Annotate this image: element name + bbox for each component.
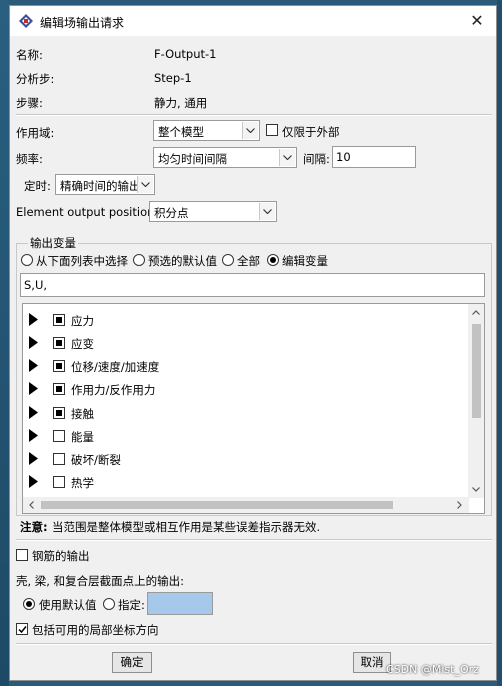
output-variables-title: 输出变量 bbox=[28, 235, 78, 251]
tree-vertical-scrollbar[interactable] bbox=[468, 304, 484, 498]
interval-input[interactable]: 10 bbox=[332, 146, 416, 168]
expand-triangle-icon[interactable] bbox=[29, 359, 38, 372]
element-output-value: 积分点 bbox=[154, 206, 189, 220]
procedure-value: 静力, 通用 bbox=[154, 96, 208, 110]
local-coords-checkbox[interactable] bbox=[16, 623, 28, 635]
tree-checkbox[interactable] bbox=[53, 453, 65, 465]
timing-select[interactable]: 精确时间的输出 bbox=[55, 174, 155, 195]
radio-specify-label: 指定: bbox=[118, 598, 145, 612]
expand-triangle-icon[interactable] bbox=[29, 452, 38, 465]
radio-edit-variables[interactable] bbox=[267, 254, 279, 266]
rebar-output-checkbox[interactable] bbox=[16, 549, 28, 561]
radio-select-from-list[interactable] bbox=[21, 254, 33, 266]
tree-horizontal-scrollbar[interactable] bbox=[23, 497, 469, 513]
tree-item-label: 接触 bbox=[71, 407, 94, 421]
frequency-select[interactable]: 均匀时间间隔 bbox=[153, 147, 297, 168]
local-coords-label: 包括可用的局部坐标方向 bbox=[32, 623, 159, 637]
step-value: Step-1 bbox=[154, 71, 192, 85]
tree-item-label: 位移/速度/加速度 bbox=[71, 360, 160, 374]
radio-all-label: 全部 bbox=[237, 254, 260, 268]
tree-item-label: 作用力/反作用力 bbox=[71, 383, 156, 397]
output-variables-text-input[interactable]: S,U, bbox=[20, 273, 485, 297]
element-output-select[interactable]: 积分点 bbox=[149, 201, 277, 222]
expand-triangle-icon[interactable] bbox=[29, 406, 38, 419]
domain-value: 整个模型 bbox=[158, 125, 204, 139]
procedure-label: 步骤: bbox=[16, 96, 43, 110]
tree-checkbox[interactable] bbox=[53, 407, 65, 419]
radio-all[interactable] bbox=[222, 254, 234, 266]
domain-select[interactable]: 整个模型 bbox=[153, 120, 260, 141]
edit-field-output-dialog: 编辑场输出请求 ✕ 名称: F-Output-1 分析步: Step-1 步骤:… bbox=[9, 5, 497, 681]
frequency-label: 频率: bbox=[16, 152, 43, 166]
radio-specify[interactable] bbox=[103, 598, 115, 610]
radio-use-defaults[interactable] bbox=[23, 598, 35, 610]
output-variables-tree: 应力 应变 位移/速度/加速度 作用力/反作用力 接触 能量 破坏/断裂 热学 bbox=[22, 303, 485, 514]
note-text: 当范围是整体模型或相互作用是某些误差指示器无效. bbox=[52, 520, 321, 534]
divider bbox=[16, 539, 492, 541]
radio-use-defaults-label: 使用默认值 bbox=[39, 598, 97, 612]
chevron-down-icon bbox=[137, 176, 153, 193]
scroll-thumb[interactable] bbox=[472, 324, 481, 418]
output-variables-text: S,U, bbox=[24, 278, 48, 292]
scroll-thumb[interactable] bbox=[41, 501, 393, 509]
title-bar: 编辑场输出请求 ✕ bbox=[10, 6, 496, 36]
radio-select-from-list-label: 从下面列表中选择 bbox=[36, 254, 128, 268]
radio-edit-variables-label: 编辑变量 bbox=[282, 254, 328, 268]
section-points-label: 壳, 梁, 和复合层截面点上的输出: bbox=[16, 574, 184, 588]
tree-checkbox[interactable] bbox=[53, 360, 65, 372]
tree-checkbox[interactable] bbox=[53, 337, 65, 349]
tree-checkbox[interactable] bbox=[53, 383, 65, 395]
divider bbox=[16, 643, 492, 645]
domain-label: 作用域: bbox=[16, 126, 55, 140]
scroll-down-icon[interactable] bbox=[472, 487, 480, 492]
tree-item-label: 破坏/断裂 bbox=[71, 453, 121, 467]
scroll-up-icon[interactable] bbox=[472, 310, 480, 315]
radio-preselected-defaults[interactable] bbox=[133, 254, 145, 266]
app-logo-icon bbox=[19, 14, 33, 28]
chevron-down-icon bbox=[279, 149, 295, 166]
desktop-background-right bbox=[497, 0, 502, 686]
tree-checkbox[interactable] bbox=[53, 476, 65, 488]
divider bbox=[16, 114, 492, 116]
watermark: CSDN @Mist_Orz bbox=[386, 663, 479, 676]
expand-triangle-icon[interactable] bbox=[29, 475, 38, 488]
interval-label: 间隔: bbox=[303, 152, 330, 166]
tree-item-label: 应变 bbox=[71, 337, 94, 351]
expand-triangle-icon[interactable] bbox=[29, 429, 38, 442]
desktop-background-left bbox=[0, 0, 9, 686]
step-label: 分析步: bbox=[16, 72, 55, 86]
chevron-down-icon bbox=[259, 203, 275, 220]
frequency-value: 均匀时间间隔 bbox=[158, 152, 227, 166]
note-prefix: 注意: bbox=[20, 520, 48, 534]
timing-value: 精确时间的输出 bbox=[60, 179, 141, 193]
interval-value: 10 bbox=[336, 150, 351, 164]
checkmark-icon bbox=[18, 626, 27, 634]
exterior-only-label: 仅限于外部 bbox=[282, 125, 340, 139]
dialog-title: 编辑场输出请求 bbox=[40, 16, 125, 30]
tree-item-label: 能量 bbox=[71, 430, 94, 444]
tree-item-label: 应力 bbox=[71, 314, 94, 328]
scroll-left-icon[interactable] bbox=[29, 501, 34, 509]
element-output-label: Element output position: bbox=[16, 205, 159, 219]
tree-checkbox[interactable] bbox=[53, 314, 65, 326]
tree-checkbox[interactable] bbox=[53, 430, 65, 442]
exterior-only-checkbox[interactable] bbox=[266, 124, 278, 136]
close-icon[interactable]: ✕ bbox=[466, 10, 488, 32]
radio-preselected-defaults-label: 预选的默认值 bbox=[148, 254, 217, 268]
scroll-right-icon[interactable] bbox=[457, 501, 462, 509]
chevron-down-icon bbox=[242, 122, 258, 139]
section-points-input[interactable] bbox=[147, 592, 213, 615]
ok-button[interactable]: 确定 bbox=[112, 652, 152, 673]
rebar-output-label: 钢筋的输出 bbox=[32, 549, 90, 563]
name-label: 名称: bbox=[16, 48, 43, 62]
expand-triangle-icon[interactable] bbox=[29, 313, 38, 326]
expand-triangle-icon[interactable] bbox=[29, 336, 38, 349]
name-value: F-Output-1 bbox=[154, 47, 217, 61]
tree-item-label: 热学 bbox=[71, 476, 94, 490]
timing-label: 定时: bbox=[24, 179, 51, 193]
expand-triangle-icon[interactable] bbox=[29, 382, 38, 395]
